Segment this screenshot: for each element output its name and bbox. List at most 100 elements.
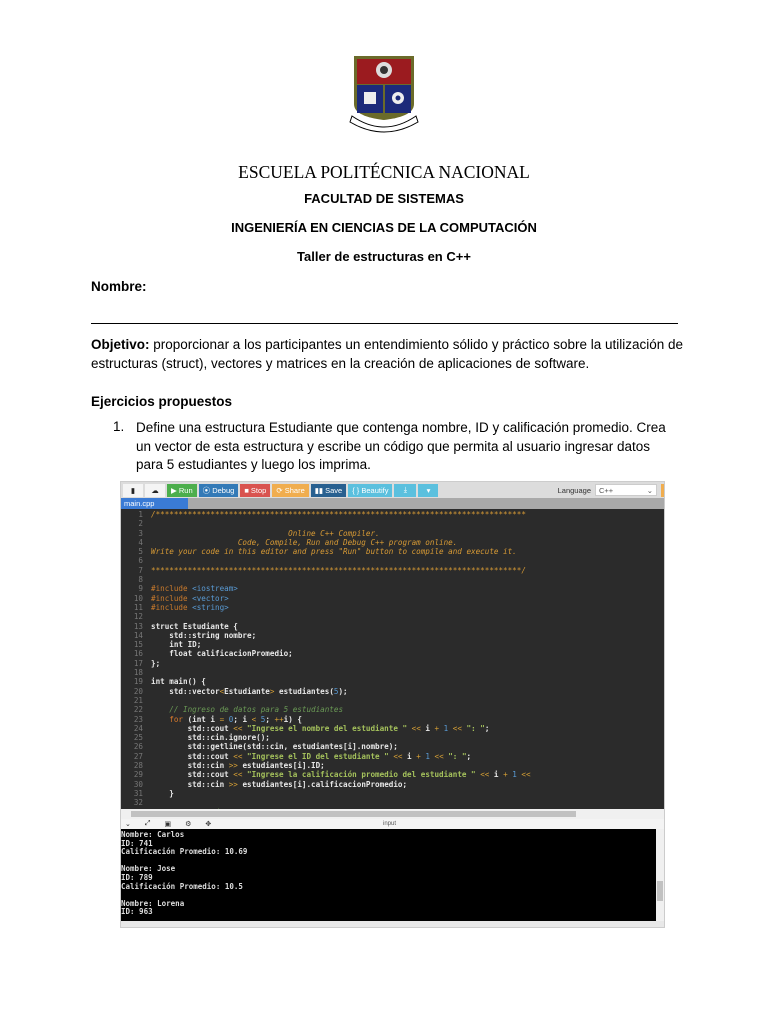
code-line: 26 std::getline(std::cin, estudiantes[i]…	[121, 742, 664, 751]
code-token: >>	[228, 761, 238, 771]
download-button[interactable]: ⤓	[394, 483, 417, 497]
code-line: 29 std::cout << "Ingrese la calificación…	[121, 770, 664, 779]
new-file-icon[interactable]: ▮	[123, 483, 143, 497]
code-token: "Ingrese la calificación promedio del es…	[242, 770, 481, 780]
language-selector: Language C++ ⌄	[557, 483, 664, 497]
line-number: 13	[133, 621, 143, 631]
more-button[interactable]: ▾	[418, 483, 439, 497]
code-line: 22 // Ingreso de datos para 5 estudiante…	[121, 705, 664, 714]
code-token: <<	[393, 751, 403, 761]
code-token: Code, Compile, Run and Debug C++ program…	[151, 537, 458, 547]
debug-button[interactable]: ⦿ Debug	[198, 483, 239, 497]
collapse-icon[interactable]: ⌄	[125, 820, 131, 828]
scrollbar-thumb[interactable]	[657, 881, 663, 901]
code-line: 14 std::string nombre;	[121, 631, 664, 640]
code-token: <<	[521, 770, 531, 780]
language-value: C++	[599, 485, 614, 495]
code-token: );	[338, 686, 348, 696]
expand-icon[interactable]: ⤢	[145, 820, 151, 828]
line-number: 22	[133, 705, 143, 715]
code-token: <<	[452, 723, 462, 733]
line-number: 17	[133, 658, 143, 668]
code-line: 13 struct Estudiante {	[121, 622, 664, 631]
code-line: 20 std::vector < Estudiante > estudiantes(5…	[121, 687, 664, 696]
line-number: 8	[138, 575, 143, 585]
beautify-button[interactable]: { } Beautify	[348, 483, 393, 497]
code-token: std::cout	[151, 751, 234, 761]
code-token: 1	[507, 770, 522, 780]
code-token: ;	[265, 714, 275, 724]
save-button[interactable]: ▮▮ Save	[310, 483, 347, 497]
exercises-heading: Ejercicios propuestos	[91, 394, 233, 409]
code-line: 12	[121, 612, 664, 621]
code-token: Write your code in this editor and press…	[151, 547, 517, 557]
scrollbar-thumb[interactable]	[131, 811, 576, 817]
code-token: Online C++ Compiler.	[151, 528, 380, 538]
line-number: 4	[138, 537, 143, 547]
line-number: 27	[133, 751, 143, 761]
code-line: 24 std::cout << "Ingrese el nombre del e…	[121, 724, 664, 733]
career-name: INGENIERÍA EN CIENCIAS DE LA COMPUTACIÓN	[231, 220, 537, 235]
upload-icon[interactable]: ☁	[145, 483, 165, 497]
code-token: <<	[480, 770, 490, 780]
code-token: (int i	[187, 714, 220, 724]
code-line: 10 #include <vector>	[121, 594, 664, 603]
line-number: 32	[133, 798, 143, 808]
gear-icon[interactable]: ⚙	[185, 820, 191, 828]
code-token: i	[420, 723, 435, 733]
code-token: estudiantes(	[274, 686, 334, 696]
stop-button[interactable]: ■ Stop	[240, 483, 271, 497]
code-token: std::vector	[151, 686, 220, 696]
code-token: std::string nombre;	[151, 630, 257, 640]
code-line: 1 /**************************************…	[121, 510, 664, 519]
line-number: 7	[138, 565, 143, 575]
line-number: 24	[133, 723, 143, 733]
copy-icon[interactable]: ▣	[164, 820, 171, 828]
line-number: 28	[133, 761, 143, 771]
code-line: 25 std::cin.ignore();	[121, 733, 664, 742]
institution-name: ESCUELA POLITÉCNICA NACIONAL	[238, 162, 530, 182]
clear-icon[interactable]: ✥	[205, 820, 211, 828]
code-token: <<	[233, 751, 243, 761]
code-token: <vector>	[192, 593, 229, 603]
code-token: i) {	[283, 714, 302, 724]
code-token: // Ingreso de datos para 5 estudiantes	[151, 705, 344, 715]
code-editor[interactable]: 1 /**************************************…	[121, 509, 664, 809]
code-line: 32	[121, 798, 664, 807]
line-number: 16	[133, 649, 143, 659]
share-button[interactable]: ⟳ Share	[272, 483, 309, 497]
line-number: 31	[133, 788, 143, 798]
code-line: 27 std::cout << "Ingrese el ID del estud…	[121, 752, 664, 761]
line-number: 26	[133, 742, 143, 752]
code-token: 0	[224, 714, 234, 724]
line-number: 10	[133, 593, 143, 603]
code-token: "Ingrese el nombre del estudiante "	[242, 723, 412, 733]
language-select[interactable]: C++ ⌄	[595, 484, 657, 496]
terminal-toolbar: ⌄ ⤢ ▣ ⚙ ✥ input	[121, 819, 664, 829]
line-number: 3	[138, 528, 143, 538]
code-line: 21	[121, 696, 664, 705]
terminal-scrollbar[interactable]	[656, 829, 664, 921]
code-token: i	[489, 770, 504, 780]
line-number: 15	[133, 640, 143, 650]
language-label: Language	[557, 485, 591, 495]
tab-main-cpp[interactable]: main.cpp	[121, 498, 188, 509]
code-token: int main() {	[151, 677, 206, 687]
code-line: 7 ***************************************…	[121, 566, 664, 575]
horizontal-scrollbar[interactable]	[121, 809, 664, 819]
code-token: 1	[439, 723, 453, 733]
code-token: std::cin.ignore();	[151, 733, 270, 743]
code-line: 2	[121, 519, 664, 528]
name-line	[91, 323, 678, 324]
code-token: ": "	[443, 751, 467, 761]
line-number: 12	[133, 612, 143, 622]
run-button[interactable]: ▶ Run	[167, 483, 197, 497]
exercise-number: 1.	[113, 419, 125, 434]
code-token: i	[402, 751, 417, 761]
code-token: std::cout	[151, 770, 234, 780]
code-line: 16 float calificacionPromedio;	[121, 649, 664, 658]
objective-paragraph: Objetivo: proporcionar a los participant…	[91, 335, 686, 373]
line-number: 19	[133, 677, 143, 687]
code-token: ****************************************…	[151, 565, 526, 575]
line-number: 29	[133, 770, 143, 780]
